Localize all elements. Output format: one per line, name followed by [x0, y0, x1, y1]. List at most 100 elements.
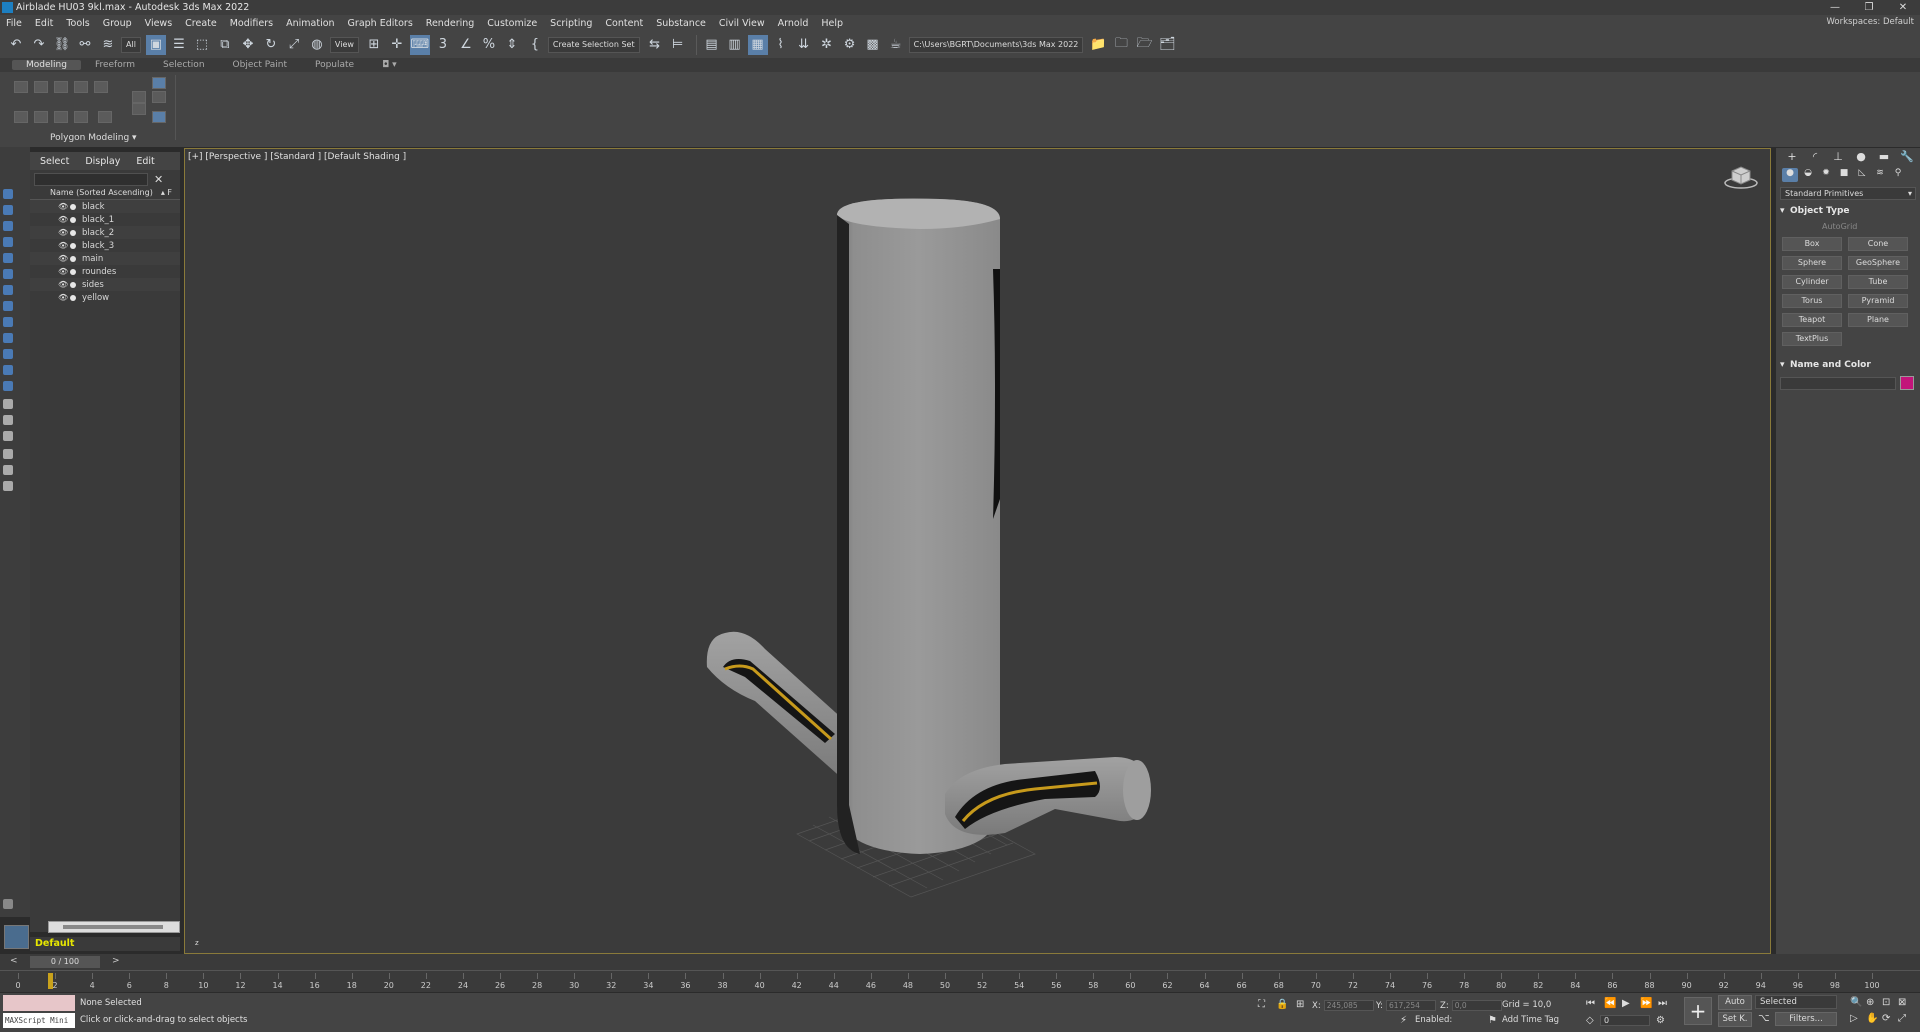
layer-toggle-icon[interactable] — [4, 925, 29, 949]
link-icon[interactable]: ⛓ — [52, 35, 72, 55]
display-lights-icon[interactable] — [3, 237, 13, 247]
list-item[interactable]: 👁 black_2 — [30, 226, 180, 239]
key-filters-button[interactable]: Filters... — [1775, 1012, 1837, 1026]
render-dot-icon[interactable] — [70, 242, 76, 249]
expand-panel-icon[interactable] — [3, 899, 13, 909]
previous-frame-icon[interactable]: ⏪ — [1604, 998, 1616, 1009]
field-of-view-icon[interactable]: ▷ — [1850, 1013, 1858, 1024]
key-filter-selection-dropdown[interactable]: Selected — [1755, 995, 1837, 1009]
menu-edit[interactable]: Edit — [35, 18, 53, 29]
list-item[interactable]: 👁 black_1 — [30, 213, 180, 226]
list-item[interactable]: 👁 sides — [30, 278, 180, 291]
keyboard-shortcut-override-icon[interactable]: ⌨ — [409, 34, 430, 55]
align-icon[interactable]: ⊨ — [668, 35, 688, 55]
geosphere-button[interactable]: GeoSphere — [1848, 256, 1908, 270]
zoom-icon[interactable]: 🔍 — [1850, 997, 1862, 1008]
current-frame-field[interactable]: 0 — [1600, 1015, 1650, 1026]
eye-icon[interactable]: 👁 — [58, 293, 68, 302]
menu-help[interactable]: Help — [821, 18, 843, 29]
primitive-category-dropdown[interactable]: Standard Primitives — [1780, 187, 1916, 200]
display-containers-icon[interactable] — [3, 349, 13, 359]
ribbon-toggle-icon[interactable]: ▦ — [747, 34, 768, 55]
utilities-tab-icon[interactable]: 🔧 — [1897, 150, 1917, 164]
menu-group[interactable]: Group — [103, 18, 132, 29]
workspaces-selector[interactable]: Workspaces: Default — [1826, 17, 1914, 27]
create-tab-icon[interactable]: + — [1782, 150, 1802, 164]
autogrid-checkbox[interactable]: AutoGrid — [1822, 222, 1920, 231]
ribbon-tool-icon[interactable] — [54, 81, 68, 93]
project-folder-icon[interactable]: 📁 — [1088, 35, 1108, 55]
bind-space-warp-icon[interactable]: ≋ — [98, 35, 118, 55]
maxscript-listener-input[interactable] — [3, 995, 75, 1011]
ribbon-tool-icon[interactable] — [132, 103, 146, 115]
hand-dryer-model[interactable] — [185, 149, 1771, 954]
ribbon-tool-icon[interactable] — [132, 91, 146, 103]
layer-slider-thumb[interactable] — [63, 925, 163, 929]
unlink-icon[interactable]: ⚯ — [75, 35, 95, 55]
render-production-icon[interactable]: ☕ — [886, 35, 906, 55]
time-slider-left-icon[interactable]: < — [10, 956, 18, 966]
time-slider[interactable]: < 0 / 100 > — [0, 954, 1920, 970]
ribbon-tool-icon[interactable] — [34, 111, 48, 123]
move-icon[interactable]: ✥ — [238, 35, 258, 55]
tab-modeling[interactable]: Modeling — [12, 60, 81, 70]
name-column-header[interactable]: Name (Sorted Ascending) ▴ F — [30, 188, 180, 200]
time-cursor[interactable] — [48, 973, 53, 989]
window-crossing-icon[interactable]: ⧉ — [215, 35, 235, 55]
object-type-rollout[interactable]: Object Type — [1780, 206, 1916, 216]
zoom-all-icon[interactable]: ⊕ — [1866, 997, 1874, 1008]
list-item[interactable]: 👁 roundes — [30, 265, 180, 278]
ribbon-tool-icon[interactable] — [54, 111, 68, 123]
pan-icon[interactable]: ✋ — [1866, 1013, 1878, 1024]
rendered-frame-window-icon[interactable]: ▩ — [863, 35, 883, 55]
project-path-dropdown[interactable]: C:\Users\BGRT\Documents\3ds Max 2022 — [908, 36, 1084, 53]
open-folder-icon[interactable]: 🗀 — [1111, 35, 1131, 55]
menu-tools[interactable]: Tools — [66, 18, 89, 29]
maxscript-mini-listener[interactable]: MAXScript Mini — [3, 1013, 75, 1028]
select-object-icon[interactable]: ▣ — [145, 34, 166, 55]
polygon-modeling-label[interactable]: Polygon Modeling ▾ — [50, 133, 137, 143]
add-time-tag[interactable]: Add Time Tag — [1502, 1015, 1559, 1025]
display-shapes-icon[interactable] — [3, 221, 13, 231]
motion-tab-icon[interactable]: ● — [1851, 150, 1871, 164]
ribbon-tool-icon[interactable] — [94, 81, 108, 93]
scene-tab-edit[interactable]: Edit — [136, 156, 154, 167]
eye-icon[interactable]: 👁 — [58, 228, 68, 237]
undo-icon[interactable]: ↶ — [6, 35, 26, 55]
render-dot-icon[interactable] — [70, 255, 76, 262]
hierarchy-tab-icon[interactable]: ⊥ — [1828, 150, 1848, 164]
eye-icon[interactable]: 👁 — [58, 254, 68, 263]
maximize-viewport-icon[interactable]: ⤢ — [1898, 1013, 1906, 1024]
layer-slider[interactable] — [48, 921, 180, 933]
torus-button[interactable]: Torus — [1782, 294, 1842, 308]
adaptive-degradation-icon[interactable]: ⚡ — [1400, 1015, 1407, 1026]
funnel-icon[interactable] — [3, 465, 13, 475]
set-key-button[interactable]: Set K. — [1718, 1012, 1752, 1027]
object-name-field[interactable] — [1780, 376, 1896, 390]
display-cameras-icon[interactable] — [3, 253, 13, 263]
time-slider-right-icon[interactable]: > — [112, 956, 120, 966]
time-config-icon[interactable]: ⚙ — [1656, 1015, 1665, 1026]
geometry-icon[interactable]: ● — [1782, 168, 1798, 182]
ribbon-tool-icon[interactable] — [14, 81, 28, 93]
layer-explorer-icon[interactable]: ▥ — [725, 35, 745, 55]
time-slider-thumb[interactable]: 0 / 100 — [30, 956, 100, 968]
menu-modifiers[interactable]: Modifiers — [230, 18, 273, 29]
orbit-icon[interactable]: ⟳ — [1882, 1013, 1890, 1024]
display-xrefs-icon[interactable] — [3, 317, 13, 327]
display-invert-icon[interactable] — [3, 415, 13, 425]
ribbon-tool-icon[interactable] — [14, 111, 28, 123]
display-helpers-icon[interactable] — [3, 269, 13, 279]
project-settings-icon[interactable]: 🗂 — [1157, 35, 1177, 55]
ribbon-tool-icon[interactable] — [152, 111, 166, 123]
pyramid-button[interactable]: Pyramid — [1848, 294, 1908, 308]
key-mode-icon[interactable]: ◇ — [1586, 1015, 1594, 1026]
minimize-button[interactable]: — — [1818, 0, 1852, 15]
rotate-icon[interactable]: ↻ — [261, 35, 281, 55]
tab-populate[interactable]: Populate — [301, 60, 368, 70]
close-button[interactable]: ✕ — [1886, 0, 1920, 15]
menu-content[interactable]: Content — [605, 18, 643, 29]
ribbon-tool-icon[interactable] — [152, 77, 166, 89]
selection-filter-dropdown[interactable]: All — [121, 36, 141, 53]
z-field[interactable]: 0,0 — [1451, 1000, 1502, 1011]
